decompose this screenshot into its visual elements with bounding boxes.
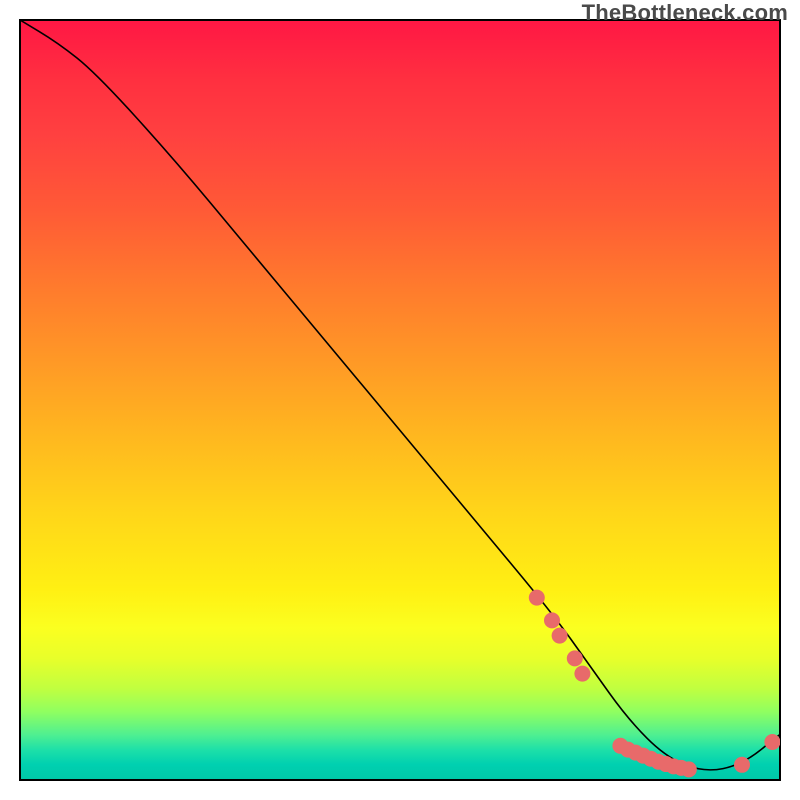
bottleneck-curve (20, 20, 780, 770)
data-marker (734, 757, 750, 773)
data-marker (764, 734, 780, 750)
data-marker (567, 650, 583, 666)
attribution-text: TheBottleneck.com (582, 0, 788, 26)
data-marker (574, 666, 590, 682)
data-marker (552, 628, 568, 644)
chart-plot (20, 20, 780, 780)
data-marker (529, 590, 545, 606)
data-marker (681, 761, 697, 777)
marker-layer (529, 590, 780, 778)
chart-stage: TheBottleneck.com (0, 0, 800, 800)
data-marker (544, 612, 560, 628)
